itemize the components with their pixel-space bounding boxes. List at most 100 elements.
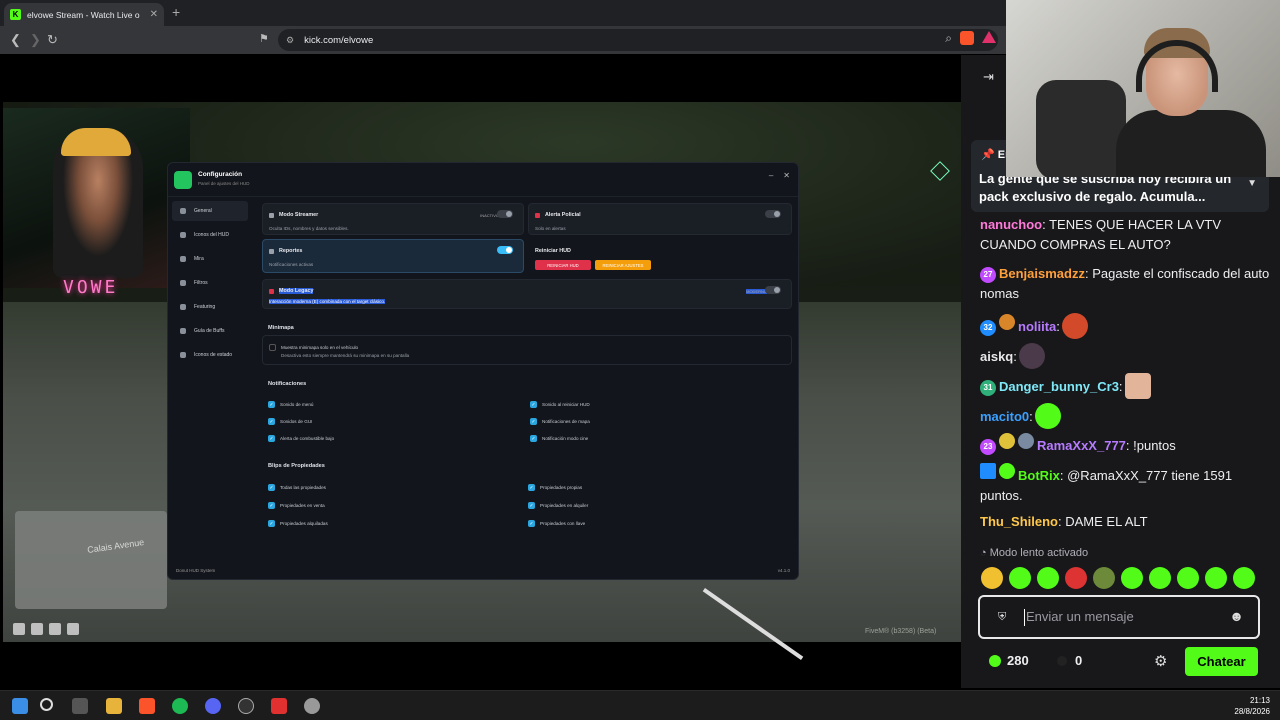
- back-arrow-icon[interactable]: ❮: [10, 32, 21, 48]
- minimize-icon[interactable]: –: [769, 171, 773, 180]
- sidebar-item-featuring[interactable]: Featuring: [172, 297, 248, 317]
- kick-favicon-icon: K: [10, 9, 21, 20]
- chat-input[interactable]: ⛨ Enviar un mensaje ☻: [978, 595, 1260, 639]
- card-desc: Notificaciones activas: [269, 262, 314, 267]
- blip-checkbox[interactable]: ✓ Propiedades alquiladas: [268, 520, 328, 527]
- stream-video-player[interactable]: VOWE Calais Avenue FiveM® (b3258) (Beta)…: [3, 55, 961, 688]
- chat-username[interactable]: Danger_bunny_Cr3: [999, 379, 1119, 394]
- emote-icon[interactable]: [1233, 567, 1255, 589]
- chat-username[interactable]: BotRix: [1018, 468, 1060, 483]
- shield-icon[interactable]: ⛨: [998, 611, 1006, 624]
- streamer-mode-toggle[interactable]: [497, 210, 513, 218]
- card-title: Modo Streamer: [279, 212, 319, 218]
- bolt-icon: [180, 328, 186, 334]
- legacy-mode-card: Modo Legacy Interacción moderna (E) comb…: [262, 279, 792, 309]
- sidebar-item-label: General: [194, 208, 212, 214]
- restart-hud-button[interactable]: REINICIAR HUD: [535, 260, 591, 270]
- emote-icon[interactable]: [1093, 567, 1115, 589]
- sub-badge-icon: 31: [980, 380, 996, 396]
- blip-checkbox[interactable]: ✓ Propiedades en alquiler: [528, 502, 588, 509]
- forward-arrow-icon[interactable]: ❯: [30, 32, 41, 48]
- send-chat-button[interactable]: Chatear: [1185, 647, 1258, 676]
- brave-rewards-icon[interactable]: [982, 31, 996, 43]
- spotify-icon[interactable]: [172, 698, 188, 714]
- emote-icon[interactable]: [1037, 567, 1059, 589]
- chat-username[interactable]: aiskq: [980, 349, 1013, 364]
- channel-points[interactable]: 280: [989, 653, 1029, 668]
- card-title: Reiniciar HUD: [535, 248, 571, 254]
- bookmark-icon[interactable]: ⚑: [259, 32, 269, 45]
- check-icon: ✓: [268, 484, 275, 491]
- emote-icon[interactable]: [1009, 567, 1031, 589]
- brave-shields-icon[interactable]: [960, 31, 974, 45]
- restart-hud-card: Reiniciar HUD REINICIAR HUD REINICIAR AJ…: [528, 239, 792, 273]
- search-icon[interactable]: [40, 698, 53, 711]
- reload-icon[interactable]: ↻: [47, 32, 58, 48]
- zoom-icon[interactable]: ⌕: [945, 31, 952, 46]
- app-icon[interactable]: [304, 698, 320, 714]
- sidebar-item-hud-icons[interactable]: Iconos del HUD: [172, 225, 248, 245]
- sidebar-item-status-icons[interactable]: Iconos de estado: [172, 345, 248, 365]
- blip-checkbox[interactable]: ✓ Propiedades con llave: [528, 520, 585, 527]
- chat-username[interactable]: Benjaismadzz: [999, 266, 1085, 281]
- minimap-vehicle-checkbox[interactable]: Muestra minimapa solo en el vehículo: [269, 344, 358, 351]
- emote-icon[interactable]: [1177, 567, 1199, 589]
- reset-settings-button[interactable]: REINICIAR AJUSTES: [595, 260, 651, 270]
- checkbox-label: Sonidos de GUI: [280, 419, 313, 424]
- reports-toggle[interactable]: [497, 246, 513, 254]
- notif-checkbox[interactable]: ✓ Sonidos de GUI: [268, 418, 312, 425]
- notif-checkbox[interactable]: ✓ Notificaciones de mapa: [530, 418, 590, 425]
- file-explorer-icon[interactable]: [106, 698, 122, 714]
- notif-checkbox[interactable]: ✓ Alerta de combustible bajo: [268, 435, 334, 442]
- blip-checkbox[interactable]: ✓ Propiedades propias: [528, 484, 582, 491]
- check-icon: ✓: [528, 502, 535, 509]
- blip-checkbox[interactable]: ✓ Todas las propiedades: [268, 484, 326, 491]
- chevron-down-icon[interactable]: ▼: [1247, 178, 1257, 189]
- close-tab-icon[interactable]: ✕: [150, 9, 158, 20]
- chat-username[interactable]: noliita: [1018, 319, 1056, 334]
- emote-icon[interactable]: [1205, 567, 1227, 589]
- secondary-points[interactable]: 0: [1057, 653, 1082, 668]
- start-menu-icon[interactable]: [12, 698, 28, 714]
- emote-icon: [1034, 403, 1061, 429]
- emote-icon[interactable]: [1121, 567, 1143, 589]
- emote-icon[interactable]: [981, 567, 1003, 589]
- verified-badge-icon: [999, 463, 1015, 479]
- site-info-icon[interactable]: ⚙: [286, 35, 294, 46]
- emoji-picker-icon[interactable]: ☻: [1229, 608, 1244, 624]
- chat-username[interactable]: macito0: [980, 409, 1029, 424]
- obs-icon[interactable]: [238, 698, 254, 714]
- new-tab-button[interactable]: +: [172, 4, 180, 20]
- task-view-icon[interactable]: [72, 698, 88, 714]
- police-alert-toggle[interactable]: [765, 210, 781, 218]
- legacy-mode-toggle[interactable]: [765, 286, 781, 294]
- checkbox-label: Propiedades con llave: [540, 521, 586, 526]
- chat-message: 27 Benjaismadzz: Pagaste el confiscado de…: [980, 264, 1270, 304]
- browser-tab[interactable]: K elvowe Stream - Watch Live o ✕: [4, 3, 164, 26]
- notif-checkbox[interactable]: ✓ Notificación modo cine: [530, 435, 588, 442]
- sidebar-item-buffs-guide[interactable]: Guía de Buffs: [172, 321, 248, 341]
- system-clock[interactable]: 21:13 28/8/2026: [1234, 695, 1270, 717]
- blip-checkbox[interactable]: ✓ Propiedades en venta: [268, 502, 325, 509]
- sidebar-item-filters[interactable]: Filtros: [172, 273, 248, 293]
- app-icon[interactable]: [271, 698, 287, 714]
- close-icon[interactable]: ✕: [783, 171, 790, 180]
- emote-icon[interactable]: [1149, 567, 1171, 589]
- chat-settings-gear-icon[interactable]: ⚙: [1154, 652, 1167, 670]
- discord-icon[interactable]: [205, 698, 221, 714]
- cat-badge-icon: [1018, 433, 1034, 449]
- modal-subtitle: Panel de ajustes del HUD: [198, 181, 250, 186]
- chat-username[interactable]: Thu_Shileno: [980, 514, 1058, 529]
- sidebar-item-crosshair[interactable]: Mira: [172, 249, 248, 269]
- check-icon: ✓: [530, 418, 537, 425]
- chat-username[interactable]: nanuchoo: [980, 217, 1042, 232]
- emote-icon[interactable]: [1065, 567, 1087, 589]
- brave-browser-icon[interactable]: [139, 698, 155, 714]
- collapse-chat-icon[interactable]: ⇥: [983, 69, 994, 85]
- sidebar-item-general[interactable]: General: [172, 201, 248, 221]
- notif-checkbox[interactable]: ✓ Sonido de menú: [268, 401, 313, 408]
- address-bar[interactable]: ⚙ kick.com/elvowe: [278, 29, 998, 51]
- hud-icon: [67, 623, 79, 635]
- notif-checkbox[interactable]: ✓ Sonido al reiniciar HUD: [530, 401, 590, 408]
- chat-username[interactable]: RamaXxX_777: [1037, 438, 1126, 453]
